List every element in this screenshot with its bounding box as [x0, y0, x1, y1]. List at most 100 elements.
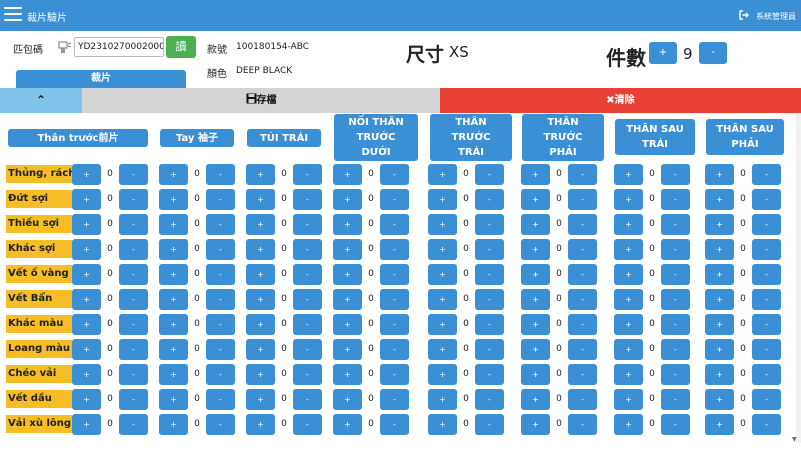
increment-button[interactable]: +: [614, 189, 643, 210]
decrement-button[interactable]: -: [119, 214, 148, 235]
decrement-button[interactable]: -: [206, 414, 235, 435]
increment-button[interactable]: +: [521, 389, 550, 410]
increment-button[interactable]: +: [614, 214, 643, 235]
increment-button[interactable]: +: [72, 239, 101, 260]
increment-button[interactable]: +: [614, 414, 643, 435]
decrement-button[interactable]: -: [568, 239, 597, 260]
increment-button[interactable]: +: [521, 414, 550, 435]
increment-button[interactable]: +: [705, 339, 734, 360]
increment-button[interactable]: +: [521, 214, 550, 235]
increment-button[interactable]: +: [246, 364, 275, 385]
increment-button[interactable]: +: [246, 314, 275, 335]
increment-button[interactable]: +: [246, 289, 275, 310]
decrement-button[interactable]: -: [475, 214, 504, 235]
increment-button[interactable]: +: [705, 289, 734, 310]
decrement-button[interactable]: -: [380, 189, 409, 210]
user-name[interactable]: 系統管理員: [756, 11, 796, 22]
decrement-button[interactable]: -: [475, 364, 504, 385]
quantity-minus-button[interactable]: -: [699, 42, 727, 64]
increment-button[interactable]: +: [159, 239, 188, 260]
decrement-button[interactable]: -: [293, 339, 322, 360]
decrement-button[interactable]: -: [119, 289, 148, 310]
increment-button[interactable]: +: [159, 414, 188, 435]
decrement-button[interactable]: -: [293, 414, 322, 435]
increment-button[interactable]: +: [72, 414, 101, 435]
increment-button[interactable]: +: [333, 264, 362, 285]
increment-button[interactable]: +: [428, 314, 457, 335]
decrement-button[interactable]: -: [380, 339, 409, 360]
increment-button[interactable]: +: [428, 289, 457, 310]
decrement-button[interactable]: -: [475, 339, 504, 360]
decrement-button[interactable]: -: [206, 164, 235, 185]
decrement-button[interactable]: -: [293, 389, 322, 410]
increment-button[interactable]: +: [159, 364, 188, 385]
increment-button[interactable]: +: [614, 314, 643, 335]
increment-button[interactable]: +: [246, 239, 275, 260]
increment-button[interactable]: +: [428, 414, 457, 435]
increment-button[interactable]: +: [72, 214, 101, 235]
increment-button[interactable]: +: [428, 364, 457, 385]
decrement-button[interactable]: -: [475, 164, 504, 185]
vertical-scrollbar[interactable]: [796, 113, 801, 443]
decrement-button[interactable]: -: [661, 239, 690, 260]
decrement-button[interactable]: -: [661, 389, 690, 410]
decrement-button[interactable]: -: [568, 364, 597, 385]
decrement-button[interactable]: -: [380, 364, 409, 385]
decrement-button[interactable]: -: [119, 389, 148, 410]
increment-button[interactable]: +: [614, 264, 643, 285]
decrement-button[interactable]: -: [568, 264, 597, 285]
decrement-button[interactable]: -: [661, 339, 690, 360]
decrement-button[interactable]: -: [119, 414, 148, 435]
increment-button[interactable]: +: [333, 289, 362, 310]
decrement-button[interactable]: -: [475, 239, 504, 260]
hamburger-menu-icon[interactable]: [4, 7, 22, 21]
increment-button[interactable]: +: [614, 339, 643, 360]
increment-button[interactable]: +: [159, 389, 188, 410]
decrement-button[interactable]: -: [475, 314, 504, 335]
increment-button[interactable]: +: [428, 164, 457, 185]
barcode-input[interactable]: [74, 37, 164, 57]
decrement-button[interactable]: -: [752, 364, 781, 385]
decrement-button[interactable]: -: [752, 389, 781, 410]
increment-button[interactable]: +: [614, 364, 643, 385]
increment-button[interactable]: +: [428, 339, 457, 360]
increment-button[interactable]: +: [428, 264, 457, 285]
increment-button[interactable]: +: [159, 189, 188, 210]
collapse-button[interactable]: ⌃: [0, 88, 82, 113]
increment-button[interactable]: +: [159, 289, 188, 310]
decrement-button[interactable]: -: [380, 164, 409, 185]
increment-button[interactable]: +: [705, 364, 734, 385]
increment-button[interactable]: +: [246, 264, 275, 285]
increment-button[interactable]: +: [521, 239, 550, 260]
decrement-button[interactable]: -: [119, 164, 148, 185]
decrement-button[interactable]: -: [206, 239, 235, 260]
increment-button[interactable]: +: [428, 189, 457, 210]
increment-button[interactable]: +: [72, 389, 101, 410]
decrement-button[interactable]: -: [475, 414, 504, 435]
increment-button[interactable]: +: [521, 289, 550, 310]
decrement-button[interactable]: -: [206, 389, 235, 410]
decrement-button[interactable]: -: [661, 214, 690, 235]
decrement-button[interactable]: -: [206, 314, 235, 335]
decrement-button[interactable]: -: [475, 264, 504, 285]
increment-button[interactable]: +: [72, 289, 101, 310]
decrement-button[interactable]: -: [752, 239, 781, 260]
increment-button[interactable]: +: [428, 389, 457, 410]
decrement-button[interactable]: -: [293, 264, 322, 285]
increment-button[interactable]: +: [614, 164, 643, 185]
decrement-button[interactable]: -: [661, 189, 690, 210]
decrement-button[interactable]: -: [293, 164, 322, 185]
scan-button[interactable]: 讀: [166, 36, 196, 58]
increment-button[interactable]: +: [159, 264, 188, 285]
decrement-button[interactable]: -: [752, 214, 781, 235]
decrement-button[interactable]: -: [206, 364, 235, 385]
increment-button[interactable]: +: [428, 214, 457, 235]
decrement-button[interactable]: -: [119, 314, 148, 335]
quantity-plus-button[interactable]: +: [649, 42, 677, 64]
decrement-button[interactable]: -: [568, 389, 597, 410]
decrement-button[interactable]: -: [119, 189, 148, 210]
decrement-button[interactable]: -: [380, 414, 409, 435]
tab-cut-pieces[interactable]: 裁片: [16, 70, 186, 88]
increment-button[interactable]: +: [246, 214, 275, 235]
decrement-button[interactable]: -: [293, 239, 322, 260]
